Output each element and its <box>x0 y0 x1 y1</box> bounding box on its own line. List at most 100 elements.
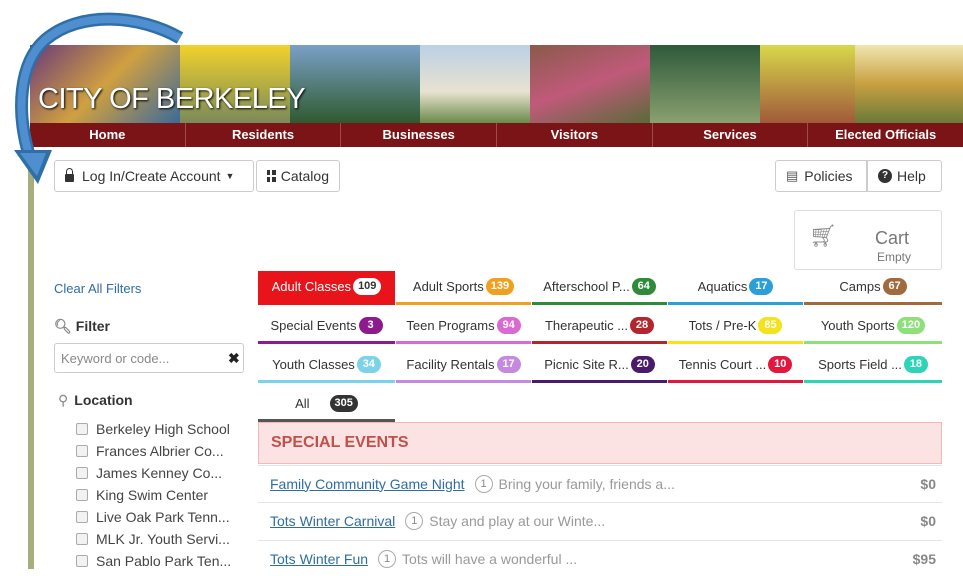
checkbox[interactable] <box>76 511 88 523</box>
lock-icon <box>65 168 74 182</box>
event-title-link[interactable]: Tots Winter Fun <box>270 551 368 567</box>
category-label: Adult Classes <box>271 279 352 294</box>
session-count-badge: 1 <box>378 549 397 568</box>
checkbox[interactable] <box>76 489 88 501</box>
category-tab-camps[interactable]: Camps 67 <box>804 271 942 305</box>
banner-photo-street <box>650 45 760 123</box>
login-create-account-button[interactable]: Log In/Create Account ▼ <box>54 160 254 192</box>
category-label: Teen Programs <box>406 318 495 333</box>
event-row[interactable]: Tots Winter Carnival 1 Stay and play at … <box>258 502 942 538</box>
location-label: Frances Albrier Co... <box>96 443 224 459</box>
nav-visitors[interactable]: Visitors <box>497 123 653 147</box>
category-tab-all[interactable]: All 305 <box>258 388 395 422</box>
category-count-badge: 139 <box>485 278 515 295</box>
help-button[interactable]: ? Help <box>867 160 942 192</box>
cart-widget[interactable]: 🛒︎ Cart Empty <box>794 210 942 270</box>
category-label: Picnic Site R... <box>544 357 629 372</box>
nav-residents[interactable]: Residents <box>186 123 342 147</box>
location-list: Berkeley High School Frances Albrier Co.… <box>76 418 251 572</box>
event-description: Bring your family, friends a... <box>498 475 675 492</box>
category-tab-therapeutic[interactable]: Therapeutic ... 28 <box>532 310 667 344</box>
event-row[interactable]: Tots Winter Fun 1 Tots will have a wonde… <box>258 540 942 576</box>
event-description: Stay and play at our Winte... <box>429 512 606 529</box>
checkbox[interactable] <box>76 533 88 545</box>
policies-label: Policies <box>804 168 853 184</box>
checkbox[interactable] <box>76 423 88 435</box>
category-label: Youth Sports <box>820 318 895 333</box>
nav-services[interactable]: Services <box>653 123 809 147</box>
category-label: Youth Classes <box>272 357 355 372</box>
cart-label: Cart <box>874 228 909 248</box>
category-tab-aquatics[interactable]: Aquatics 17 <box>668 271 803 305</box>
category-tab-afterschool[interactable]: Afterschool P... 64 <box>532 271 667 305</box>
banner-photo-kids <box>760 45 855 123</box>
location-item[interactable]: MLK Jr. Youth Servi... <box>76 528 251 550</box>
keyword-search-input[interactable] <box>54 343 244 373</box>
category-label: Afterschool P... <box>543 279 630 294</box>
city-banner: CITY OF BERKELEY <box>30 45 963 123</box>
checkbox[interactable] <box>76 555 88 567</box>
event-title-link[interactable]: Tots Winter Carnival <box>270 513 395 529</box>
banner-photo-trees <box>290 45 420 123</box>
document-icon: ▤ <box>786 168 799 183</box>
category-count-badge: 64 <box>631 278 656 295</box>
category-tab-picnic-site[interactable]: Picnic Site R... 20 <box>532 349 667 383</box>
map-pin-icon: ⚲ <box>58 392 69 408</box>
location-item[interactable]: Live Oak Park Tenn... <box>76 506 251 528</box>
category-tab-teen-programs[interactable]: Teen Programs 94 <box>396 310 531 344</box>
category-label: All <box>295 396 310 411</box>
checkbox[interactable] <box>76 467 88 479</box>
category-label: Sports Field ... <box>818 357 902 372</box>
location-heading: ⚲ Location <box>58 392 133 409</box>
category-tab-special-events[interactable]: Special Events 3 <box>258 310 395 344</box>
session-count-badge: 1 <box>405 511 424 530</box>
cart-status: Empty <box>876 250 911 264</box>
category-tab-youth-sports[interactable]: Youth Sports 120 <box>804 310 942 344</box>
location-item[interactable]: James Kenney Co... <box>76 462 251 484</box>
section-heading-special-events: SPECIAL EVENTS <box>258 422 942 464</box>
location-item[interactable]: Frances Albrier Co... <box>76 440 251 462</box>
location-label: San Pablo Park Ten... <box>96 553 232 569</box>
category-label: Therapeutic ... <box>544 318 629 333</box>
category-label: Adult Sports <box>412 279 484 294</box>
session-count-badge: 1 <box>474 474 493 493</box>
location-label: Live Oak Park Tenn... <box>96 509 230 525</box>
location-item[interactable]: King Swim Center <box>76 484 251 506</box>
category-tab-youth-classes[interactable]: Youth Classes 34 <box>258 349 395 383</box>
caret-down-icon: ▼ <box>225 171 235 181</box>
catalog-label: Catalog <box>280 168 329 184</box>
category-tab-facility-rentals[interactable]: Facility Rentals 17 <box>396 349 531 383</box>
clear-all-filters-link[interactable]: Clear All Filters <box>54 281 141 296</box>
nav-elected-officials[interactable]: Elected Officials <box>808 123 963 147</box>
event-price: $0 <box>920 475 936 492</box>
category-count-badge: 3 <box>358 317 383 334</box>
category-count-badge: 17 <box>749 278 774 295</box>
nav-businesses[interactable]: Businesses <box>341 123 498 147</box>
event-title-link[interactable]: Family Community Game Night <box>270 476 465 492</box>
location-label: MLK Jr. Youth Servi... <box>96 531 230 547</box>
category-count-badge: 120 <box>896 317 926 334</box>
left-border-rail <box>28 147 34 569</box>
category-count-badge: 109 <box>353 278 382 295</box>
nav-home[interactable]: Home <box>30 123 186 147</box>
clear-search-icon[interactable]: ✖ <box>228 350 240 367</box>
event-row[interactable]: Family Community Game Night 1 Bring your… <box>258 465 942 501</box>
category-tab-adult-sports[interactable]: Adult Sports 139 <box>396 271 531 305</box>
category-tab-tots-pre-k[interactable]: Tots / Pre-K 85 <box>668 310 803 344</box>
category-tab-tennis-court[interactable]: Tennis Court ... 10 <box>668 349 803 383</box>
category-count-badge: 10 <box>768 356 793 373</box>
category-tab-sports-field[interactable]: Sports Field ... 18 <box>804 349 942 383</box>
catalog-button[interactable]: Catalog <box>256 160 340 192</box>
location-item[interactable]: Berkeley High School <box>76 418 251 440</box>
category-count-badge: 18 <box>903 356 928 373</box>
category-tab-adult-classes[interactable]: Adult Classes 109 <box>258 271 395 305</box>
event-description: Tots will have a wonderful ... <box>402 550 578 567</box>
policies-button[interactable]: ▤ Policies <box>775 160 867 192</box>
event-price: $0 <box>920 512 936 529</box>
location-label: Berkeley High School <box>96 421 230 437</box>
checkbox[interactable] <box>76 445 88 457</box>
cart-icon: 🛒︎ <box>809 223 837 248</box>
category-label: Special Events <box>270 318 357 333</box>
category-count-badge: 20 <box>630 356 655 373</box>
category-label: Tennis Court ... <box>678 357 767 372</box>
